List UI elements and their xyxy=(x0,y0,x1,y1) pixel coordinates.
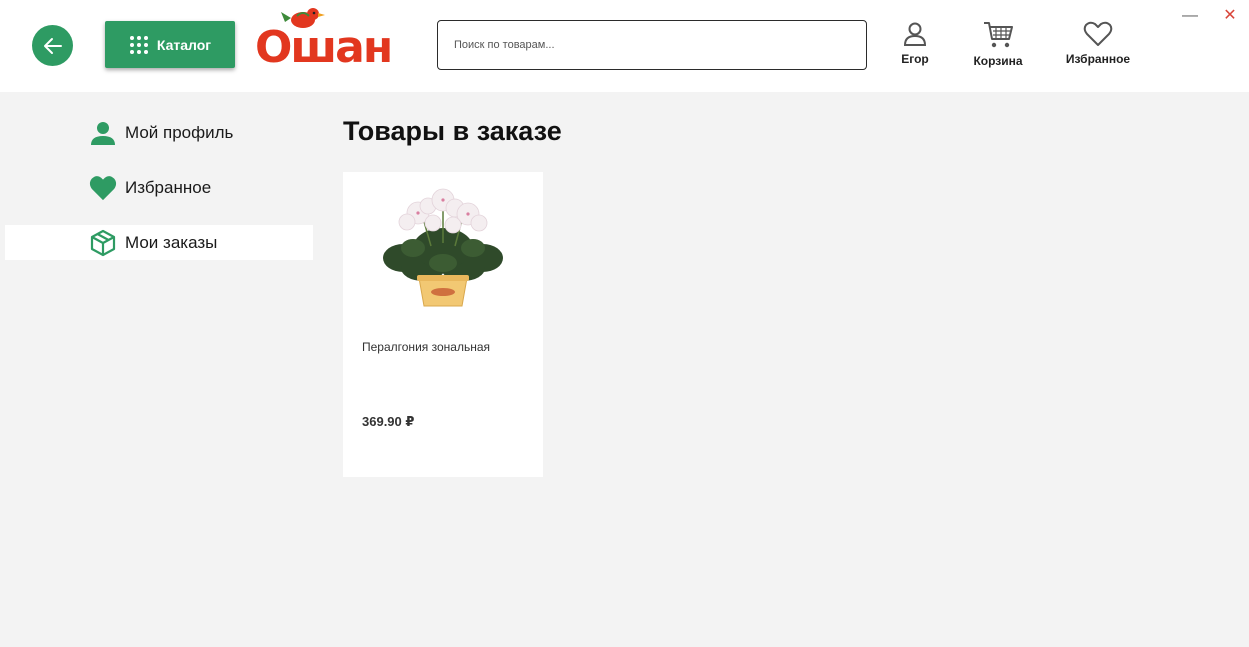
user-outline-icon xyxy=(903,22,927,46)
search-input[interactable] xyxy=(437,20,867,70)
product-image xyxy=(373,178,513,318)
product-name: Пералгония зональная xyxy=(362,340,490,354)
page-title: Товары в заказе xyxy=(343,116,562,146)
favorites-label: Избранное xyxy=(1065,52,1131,66)
box-icon xyxy=(89,229,117,257)
product-price: 369.90 ₽ xyxy=(362,414,415,429)
heart-outline-icon xyxy=(1083,21,1113,46)
product-card[interactable]: Пералгония зональная 369.90 ₽ xyxy=(343,172,543,477)
sidebar-item-orders[interactable]: Мои заказы xyxy=(5,225,313,260)
catalog-label: Каталог xyxy=(156,36,212,53)
minimize-button[interactable]: — xyxy=(1180,6,1200,26)
profile-button[interactable]: Егор xyxy=(894,20,936,66)
sidebar-item-label: Избранное xyxy=(125,177,212,197)
user-icon xyxy=(89,119,117,147)
close-button[interactable]: ✕ xyxy=(1220,6,1240,26)
grid-dots-icon xyxy=(129,35,148,54)
heart-icon xyxy=(89,174,117,202)
sidebar-item-label: Мои заказы xyxy=(125,232,218,252)
catalog-button[interactable]: Каталог xyxy=(105,21,235,68)
brand-logo[interactable]: Ошан xyxy=(253,4,419,73)
cart-icon xyxy=(984,22,1013,48)
cart-button[interactable]: Корзина xyxy=(968,20,1028,68)
app-window: Каталог Ошан Егор xyxy=(0,0,1249,647)
favorites-button[interactable]: Избранное xyxy=(1062,20,1134,66)
logo-wordmark: Ошан xyxy=(255,22,391,68)
header: Каталог Ошан Егор xyxy=(0,0,1249,92)
sidebar-item-label: Мой профиль xyxy=(125,122,234,142)
arrow-left-icon xyxy=(43,37,62,54)
sidebar-item-profile[interactable]: Мой профиль xyxy=(5,115,313,150)
profile-label: Егор xyxy=(901,52,929,66)
cart-label: Корзина xyxy=(973,54,1023,68)
sidebar-item-favorites[interactable]: Избранное xyxy=(5,170,313,205)
back-button[interactable] xyxy=(32,25,73,66)
